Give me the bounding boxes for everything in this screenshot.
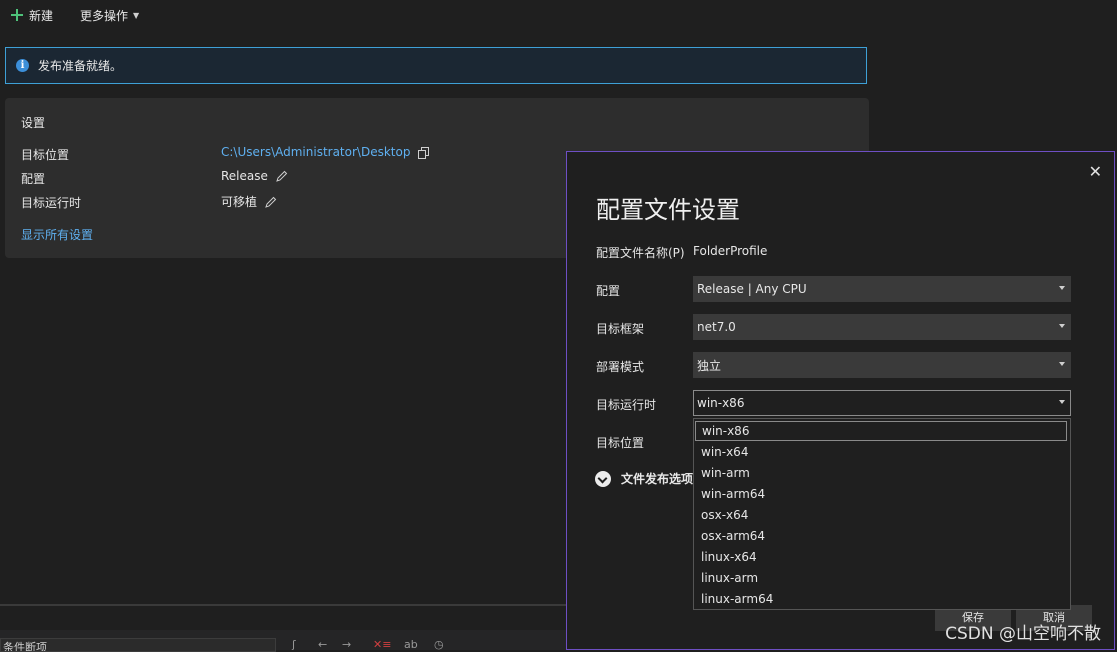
watermark-text: CSDN @山空响不散: [945, 624, 1101, 644]
info-icon: i: [16, 59, 29, 72]
settings-title: 设置: [21, 116, 46, 130]
function-icon[interactable]: ʃ: [292, 638, 296, 651]
runtime-option[interactable]: win-x86: [695, 421, 1067, 441]
copy-icon[interactable]: [418, 146, 430, 159]
new-button[interactable]: 新建: [10, 4, 53, 26]
panel-divider: [0, 604, 566, 606]
profile-name-value: FolderProfile: [693, 244, 768, 258]
plus-icon: [10, 8, 24, 22]
configuration-row: Release: [221, 169, 288, 183]
target-location-row: C:\Users\Administrator\Desktop: [221, 145, 430, 159]
file-publish-options-expander[interactable]: 文件发布选项: [595, 470, 693, 487]
chevron-down-icon: [1059, 362, 1065, 366]
target-location-label: 目标位置: [596, 436, 645, 450]
close-icon[interactable]: ✕: [1089, 162, 1102, 181]
more-actions-label: 更多操作: [80, 8, 129, 23]
configuration-label: 配置: [596, 284, 621, 298]
dialog-title: 配置文件设置: [596, 196, 740, 224]
runtime-option[interactable]: win-arm64: [695, 484, 1067, 504]
more-actions-button[interactable]: 更多操作 ▼: [80, 4, 139, 26]
new-button-label: 新建: [29, 8, 54, 23]
configuration-select-value: Release | Any CPU: [697, 282, 807, 296]
back-arrow-icon[interactable]: ←: [318, 638, 327, 651]
chevron-down-icon: [1059, 324, 1065, 328]
chevron-down-circle-icon: [595, 470, 611, 487]
history-clock-icon[interactable]: ◷: [434, 638, 444, 651]
target-framework-label: 目标框架: [596, 322, 645, 336]
file-publish-options-label: 文件发布选项: [621, 472, 694, 486]
publish-ready-banner: i 发布准备就绪。: [5, 47, 867, 84]
runtime-option[interactable]: osx-x64: [695, 505, 1067, 525]
chevron-down-icon: [1059, 286, 1065, 290]
target-framework-select-value: net7.0: [697, 320, 736, 334]
target-runtime-select-value: win-x86: [697, 396, 745, 410]
configuration-value: Release: [221, 169, 268, 183]
target-framework-select[interactable]: net7.0: [693, 314, 1071, 340]
target-runtime-select[interactable]: win-x86: [693, 390, 1071, 416]
runtime-option[interactable]: osx-arm64: [695, 526, 1067, 546]
target-runtime-row: 可移植: [221, 193, 277, 210]
runtime-option[interactable]: win-x64: [695, 442, 1067, 462]
text-format-icon[interactable]: ab: [404, 638, 418, 651]
deployment-mode-select[interactable]: 独立: [693, 352, 1071, 378]
forward-arrow-icon[interactable]: →: [342, 638, 351, 651]
runtime-option[interactable]: linux-x64: [695, 547, 1067, 567]
deployment-mode-label: 部署模式: [596, 360, 645, 374]
chevron-down-icon: [1059, 400, 1065, 404]
profile-name-label: 配置文件名称(P): [596, 246, 685, 260]
runtime-option[interactable]: linux-arm64: [695, 589, 1067, 609]
chevron-down-icon: ▼: [133, 10, 140, 20]
target-runtime-value: 可移植: [221, 195, 258, 209]
edit-runtime-pencil-icon[interactable]: [265, 196, 277, 208]
clear-list-icon[interactable]: ✕≡: [373, 638, 391, 651]
runtime-option[interactable]: linux-arm: [695, 568, 1067, 588]
target-runtime-label: 目标运行时: [21, 196, 82, 210]
edit-configuration-pencil-icon[interactable]: [276, 170, 288, 182]
banner-message: 发布准备就绪。: [38, 59, 123, 73]
configuration-label: 配置: [21, 172, 46, 186]
configuration-select[interactable]: Release | Any CPU: [693, 276, 1071, 302]
target-location-label: 目标位置: [21, 148, 70, 162]
target-runtime-dropdown-list: win-x86 win-x64 win-arm win-arm64 osx-x6…: [693, 418, 1071, 610]
runtime-option[interactable]: win-arm: [695, 463, 1067, 483]
target-location-link[interactable]: C:\Users\Administrator\Desktop: [221, 145, 410, 159]
target-runtime-label: 目标运行时: [596, 398, 657, 412]
deployment-mode-select-value: 独立: [697, 358, 722, 373]
show-all-settings-link[interactable]: 显示所有设置: [21, 226, 93, 243]
